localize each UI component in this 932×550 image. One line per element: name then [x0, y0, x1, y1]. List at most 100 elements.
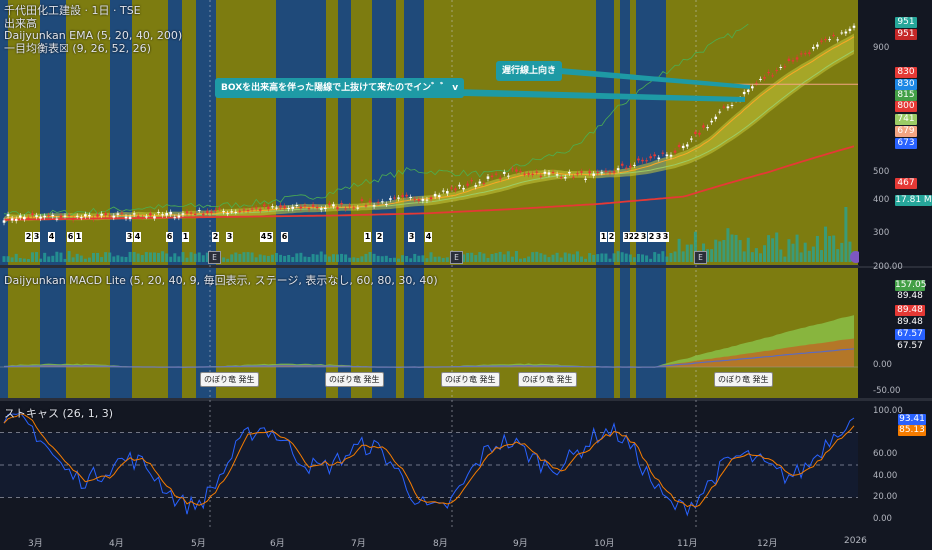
- candle-body: [177, 215, 181, 218]
- price-badge: 800: [895, 101, 917, 112]
- volume-bar: [645, 255, 649, 262]
- volume-bar: [405, 255, 409, 262]
- volume-bar: [246, 252, 250, 262]
- candle-body: [450, 187, 453, 189]
- price-badge: 17.81 M: [895, 195, 932, 206]
- volume-bar: [433, 256, 437, 262]
- macd-badge: 89.48: [895, 291, 925, 302]
- stoch-pane-title[interactable]: ストキャス (26, 1, 3): [4, 405, 113, 421]
- volume-bar: [750, 252, 754, 262]
- stoch-band: [0, 432, 858, 498]
- volume-bar: [510, 256, 514, 262]
- candle-body: [783, 66, 787, 68]
- candle-body: [124, 216, 128, 219]
- volume-bar: [608, 258, 612, 262]
- candle-body: [624, 167, 628, 169]
- candle-body: [592, 173, 596, 176]
- box-breakout-callout[interactable]: BOXを出来高を伴った陽線で上抜けて来たのでイン゛゛ v: [215, 78, 465, 98]
- volume-bar: [653, 252, 657, 262]
- candle-body: [441, 190, 445, 192]
- candle-body: [173, 217, 177, 219]
- candle-body: [714, 116, 718, 120]
- price-badge: 951: [895, 29, 917, 40]
- stoch-badge: 85.13: [898, 425, 926, 436]
- candle-body: [730, 104, 734, 106]
- volume-bar: [746, 237, 750, 262]
- candle-body: [799, 53, 803, 55]
- candle-body: [128, 216, 132, 219]
- volume-bar: [714, 239, 718, 262]
- volume-bar: [824, 226, 828, 262]
- price-axis-tick: 400: [873, 195, 890, 205]
- candle-body: [262, 204, 266, 207]
- stage-marker: 3: [640, 232, 647, 242]
- volume-bar: [718, 241, 722, 262]
- candle-body: [596, 171, 600, 173]
- candle-body: [380, 201, 384, 203]
- volume-bar: [181, 252, 185, 262]
- candle-body: [791, 60, 795, 62]
- volume-bar: [632, 257, 636, 262]
- price-axis-tick: 300: [873, 228, 890, 238]
- candle-body: [71, 218, 75, 220]
- volume-bar: [661, 251, 665, 262]
- candle-body: [23, 216, 26, 220]
- macd-badge: 67.57: [895, 341, 925, 352]
- candle-body: [470, 180, 474, 182]
- candle-body: [637, 158, 640, 161]
- candle-body: [332, 204, 335, 207]
- candle-body: [92, 217, 95, 220]
- volume-bar: [128, 251, 132, 262]
- ema-indicator-label[interactable]: Daijyunkan EMA (5, 20, 40, 200): [4, 29, 182, 43]
- volume-bar: [2, 256, 6, 262]
- candle-body: [234, 211, 238, 213]
- volume-bar: [763, 245, 767, 262]
- macd-badge: 67.57: [895, 329, 925, 340]
- candle-body: [63, 215, 67, 217]
- candle-body: [238, 210, 242, 212]
- volume-bar: [262, 255, 266, 262]
- candle-body: [230, 211, 234, 213]
- candle-body: [429, 197, 433, 200]
- main-legend: 千代田化工建設 · 1日 · TSE 出来高 Daijyunkan EMA (5…: [4, 4, 182, 56]
- volume-bar: [83, 258, 87, 262]
- volume-bar: [331, 254, 335, 262]
- candle-body: [307, 208, 311, 210]
- volume-bar: [18, 257, 22, 262]
- macd-pane-title[interactable]: Daijyunkan MACD Lite (5, 20, 40, 9, 毎回表示…: [4, 272, 438, 288]
- volume-bar: [303, 256, 307, 262]
- candle-body: [568, 171, 571, 174]
- candle-body: [75, 215, 79, 217]
- candle-body: [816, 44, 819, 47]
- candle-body: [551, 171, 555, 173]
- candle-body: [421, 198, 425, 201]
- volume-bar: [596, 254, 600, 262]
- trend-callout[interactable]: 遅行線上向き: [496, 61, 563, 81]
- candle-body: [356, 207, 360, 209]
- candle-body: [482, 183, 486, 185]
- volume-bar: [287, 255, 291, 262]
- volume-bar: [795, 234, 799, 262]
- volume-bar: [112, 256, 116, 262]
- candle-body: [466, 183, 469, 186]
- candle-body: [303, 205, 307, 207]
- candle-body: [417, 199, 421, 201]
- candle-body: [275, 207, 278, 209]
- price-badge: 830: [895, 79, 917, 90]
- stage-marker: 1: [75, 232, 82, 242]
- symbol-title[interactable]: 千代田化工建設 · 1日 · TSE: [4, 4, 182, 18]
- ichimoku-indicator-label[interactable]: 一目均衡表☒ (9, 26, 52, 26): [4, 42, 182, 56]
- volume-bar: [59, 252, 63, 262]
- earnings-icon: E: [694, 251, 707, 264]
- volume-bar: [628, 254, 632, 262]
- candle-body: [454, 188, 457, 191]
- volume-bar: [641, 254, 645, 262]
- volume-bar: [567, 253, 571, 262]
- candle-body: [612, 171, 616, 173]
- volume-bar: [352, 257, 356, 262]
- candle-body: [145, 216, 148, 218]
- candle-body: [226, 213, 229, 215]
- volume-bar: [189, 252, 193, 262]
- candle-body: [47, 215, 51, 217]
- candle-body: [498, 177, 502, 179]
